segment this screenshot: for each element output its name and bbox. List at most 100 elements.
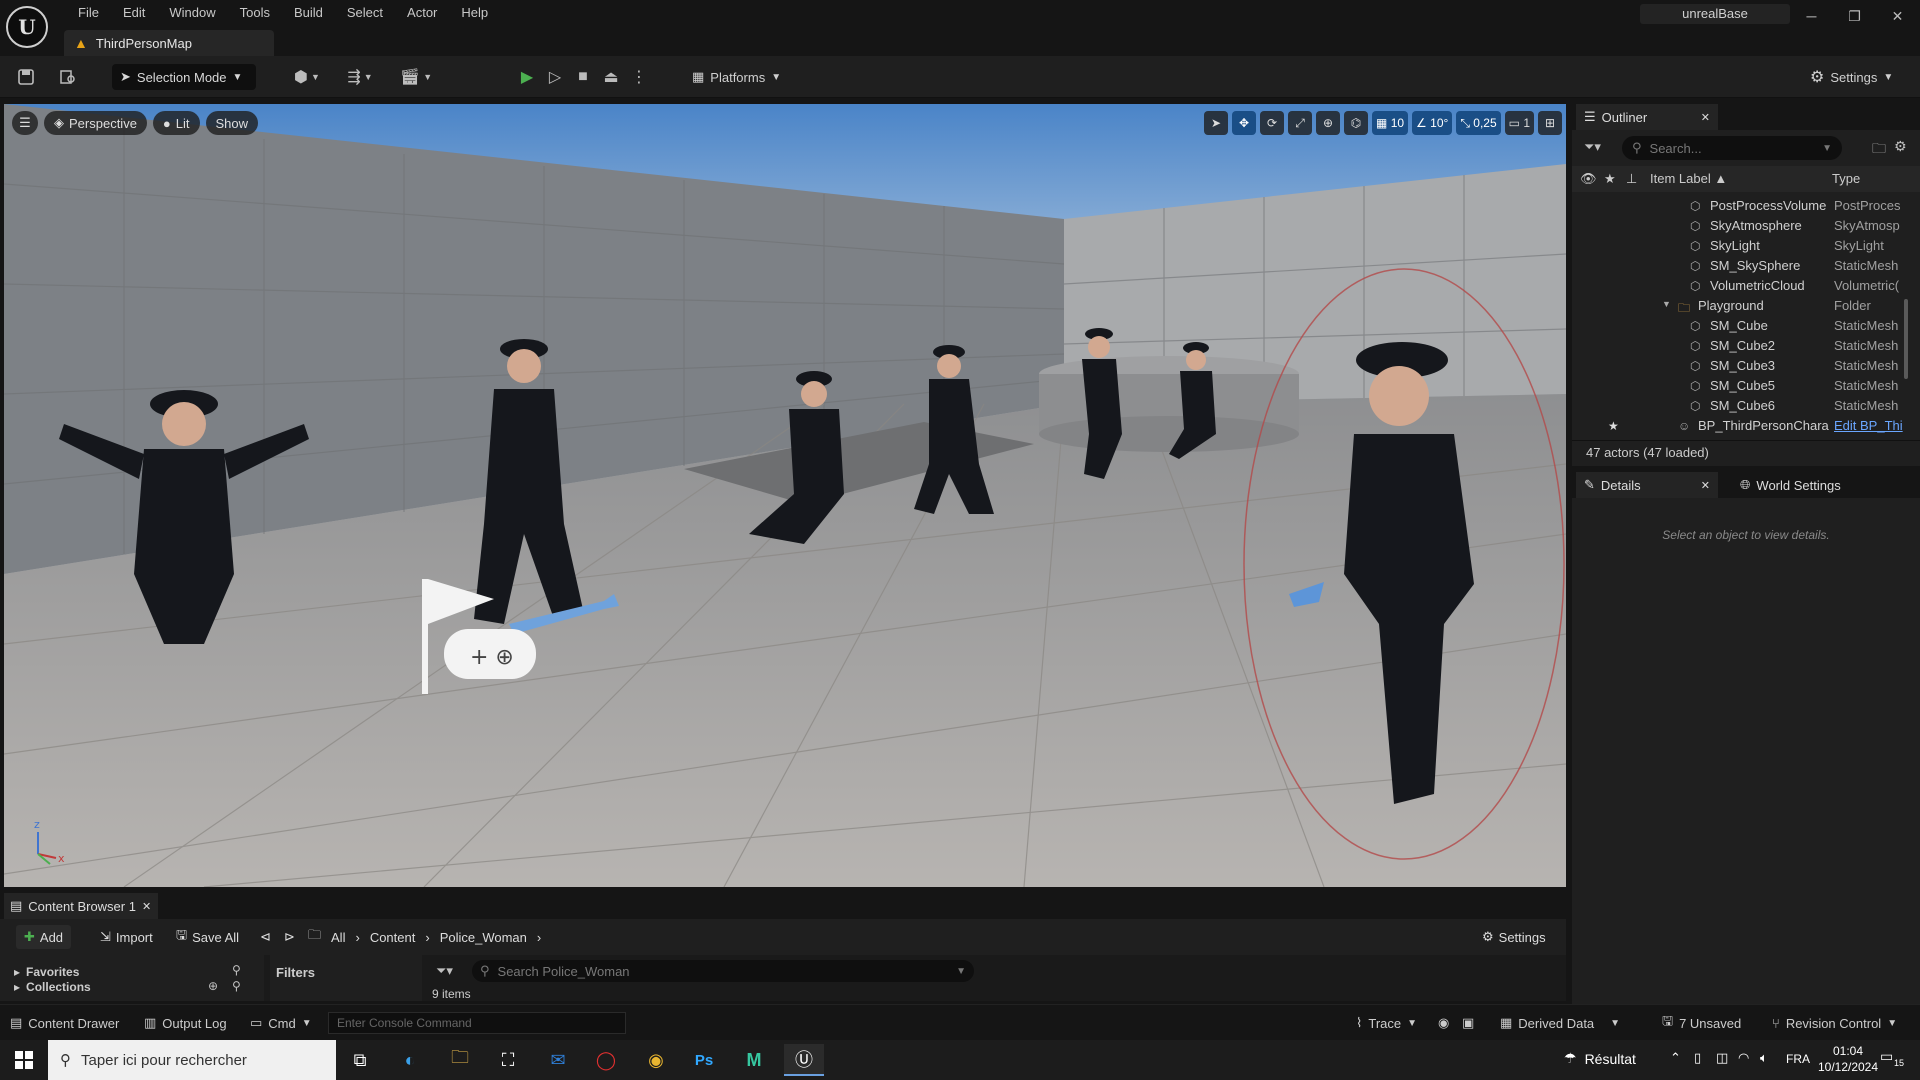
surface-snap-icon[interactable]: ⌬	[1344, 111, 1368, 135]
menu-select[interactable]: Select	[335, 3, 395, 23]
clock[interactable]: 01:04 10/12/2024	[1810, 1043, 1886, 1075]
windows-start-icon[interactable]	[4, 1044, 44, 1076]
item-label-column[interactable]: Item Label ▲	[1650, 171, 1727, 186]
outliner-row[interactable]: ⬡ SM_Cube2 StaticMesh	[1572, 336, 1920, 356]
taskbar-search-input[interactable]: ⚲ Taper ici pour rechercher	[48, 1040, 336, 1080]
grid-snap-button[interactable]: ▦ 10	[1372, 111, 1409, 135]
cmd-dropdown[interactable]: ▭ Cmd ▼	[250, 1011, 312, 1035]
level-tab[interactable]: ▲ ThirdPersonMap	[64, 30, 274, 56]
cb-settings-button[interactable]: ⚙ Settings	[1474, 925, 1554, 949]
eject-icon[interactable]: ⏏	[600, 65, 622, 89]
rotation-snap-button[interactable]: ∠ 10°	[1412, 111, 1453, 135]
outliner-row[interactable]: ⬡ SkyLight SkyLight	[1572, 236, 1920, 256]
outliner-row[interactable]: ⬡ SM_Cube StaticMesh	[1572, 316, 1920, 336]
camera-icon[interactable]: ◫	[1716, 1050, 1728, 1066]
restore-icon[interactable]: ❐	[1833, 2, 1876, 30]
collections-section[interactable]: ▸ Collections	[14, 980, 91, 994]
notifications-icon[interactable]: ▭ 15	[1880, 1048, 1906, 1072]
file-explorer-icon[interactable]: 🗀︎	[440, 1044, 480, 1076]
derived-data-dropdown[interactable]: ▦ Derived Data ▼	[1500, 1011, 1620, 1035]
save-all-button[interactable]: 🖫︎ Save All	[168, 925, 247, 949]
unreal-taskbar-icon[interactable]: Ⓤ	[784, 1044, 824, 1076]
scale-snap-button[interactable]: ⤡ 0,25	[1456, 111, 1501, 135]
outliner-row[interactable]: ⬡ VolumetricCloud Volumetric(	[1572, 276, 1920, 296]
store-icon[interactable]: ⛶	[488, 1044, 528, 1076]
viewport-scene[interactable]: + ⊕ z x	[4, 104, 1566, 887]
menu-file[interactable]: File	[66, 3, 111, 23]
content-browser-tab[interactable]: ▤ Content Browser 1 ✕	[4, 893, 158, 919]
level-viewport[interactable]: + ⊕ z x ☰ ◈ Perspective ● Lit Show ➤ ✥ ⟳ ⤢ …	[4, 104, 1566, 887]
menu-actor[interactable]: Actor	[395, 3, 449, 23]
task-view-icon[interactable]: ⧉	[340, 1044, 380, 1076]
screenshot-icon[interactable]: ▣	[1462, 1011, 1474, 1035]
menu-build[interactable]: Build	[282, 3, 335, 23]
import-button[interactable]: ⇲ Import	[92, 925, 161, 949]
perspective-button[interactable]: ◈ Perspective	[44, 111, 147, 135]
output-log-button[interactable]: ▥ Output Log	[144, 1011, 227, 1035]
edit-blueprint-link[interactable]: Edit BP_Thi	[1834, 418, 1918, 433]
outliner-row[interactable]: ⬡ SM_Cube5 StaticMesh	[1572, 376, 1920, 396]
step-icon[interactable]: ▷	[544, 65, 566, 89]
chrome-icon[interactable]: ◉	[636, 1044, 676, 1076]
content-drawer-button[interactable]: ▤ Content Drawer	[10, 1011, 119, 1035]
crumb-police-woman[interactable]: Police_Woman	[440, 930, 527, 945]
add-folder-icon[interactable]: 🗀︎	[1872, 138, 1886, 162]
outliner-row[interactable]: ⬡ SM_SkySphere StaticMesh	[1572, 256, 1920, 276]
select-tool-icon[interactable]: ➤	[1204, 111, 1228, 135]
details-tab[interactable]: ✎ Details ✕	[1576, 472, 1718, 498]
blueprint-icon[interactable]: ⇶ ▼	[342, 65, 378, 89]
favorites-section[interactable]: ▸ Favorites	[14, 965, 79, 979]
trace-dropdown[interactable]: ⌇ Trace ▼	[1356, 1011, 1417, 1035]
minimize-icon[interactable]: ─	[1790, 2, 1833, 30]
weather-widget[interactable]: ☂ Résultat	[1564, 1050, 1636, 1067]
chevron-up-icon[interactable]: ⌃	[1670, 1050, 1681, 1066]
outliner-row[interactable]: 🗀︎ ▼ Playground Folder	[1572, 296, 1920, 316]
unsaved-button[interactable]: 🖫︎ 7 Unsaved	[1662, 1011, 1741, 1035]
outliner-tab[interactable]: ☰ Outliner ✕	[1576, 104, 1718, 130]
eye-icon[interactable]: 👁︎	[1580, 171, 1597, 187]
add-button[interactable]: ✚ Add	[16, 925, 72, 949]
world-settings-tab[interactable]: 🌐︎ World Settings	[1732, 472, 1849, 498]
outliner-row[interactable]: ⬡ PostProcessVolume PostProces	[1572, 196, 1920, 216]
rotate-tool-icon[interactable]: ⟳	[1260, 111, 1284, 135]
close-icon[interactable]: ✕	[1701, 479, 1710, 492]
maya-icon[interactable]: M	[734, 1044, 774, 1076]
crumb-content[interactable]: Content	[370, 930, 416, 945]
star-icon[interactable]: ★	[1608, 419, 1622, 433]
search-icon[interactable]: ⚲	[232, 963, 241, 977]
wifi-icon[interactable]: ◠	[1738, 1050, 1749, 1066]
back-icon[interactable]: ⊲	[252, 925, 279, 949]
menu-edit[interactable]: Edit	[111, 3, 157, 23]
menu-help[interactable]: Help	[449, 3, 500, 23]
selection-mode-dropdown[interactable]: ➤ Selection Mode ▼	[112, 64, 256, 90]
unreal-logo[interactable]: U	[6, 6, 48, 48]
revision-control-dropdown[interactable]: ⑂ Revision Control ▼	[1772, 1011, 1897, 1035]
stop-icon[interactable]: ■	[572, 65, 594, 89]
settings-dropdown[interactable]: ⚙ Settings ▼	[1810, 64, 1893, 90]
console-command-input[interactable]: Enter Console Command	[328, 1012, 626, 1034]
camera-speed-button[interactable]: ▭ 1	[1504, 111, 1534, 135]
photoshop-icon[interactable]: Ps	[684, 1044, 724, 1076]
menu-window[interactable]: Window	[157, 3, 227, 23]
edge-icon[interactable]: ◐	[390, 1044, 430, 1076]
content-search-input[interactable]: ⚲ Search Police_Woman ▼	[472, 960, 974, 982]
layout-icon[interactable]: ⊞	[1538, 111, 1562, 135]
chevron-down-icon[interactable]: ▼	[1662, 299, 1676, 313]
browse-icon[interactable]	[56, 65, 80, 89]
outliner-row[interactable]: ☺ ★ BP_ThirdPersonChara Edit BP_Thi	[1572, 416, 1920, 436]
translate-tool-icon[interactable]: ✥	[1232, 111, 1256, 135]
close-icon[interactable]: ✕	[1701, 111, 1710, 124]
gear-icon[interactable]: ⚙	[1894, 138, 1907, 155]
outliner-row[interactable]: ⬡ SM_Cube3 StaticMesh	[1572, 356, 1920, 376]
add-actor-icon[interactable]: ⬢ ▼	[288, 65, 326, 89]
volume-icon[interactable]: 🔈︎	[1760, 1050, 1768, 1066]
platforms-dropdown[interactable]: ▦ Platforms ▼	[684, 64, 789, 90]
search-icon[interactable]: ⚲	[232, 979, 241, 993]
outliner-row[interactable]: ⬡ SM_Cube6 StaticMesh	[1572, 396, 1920, 416]
opera-icon[interactable]: ◯	[586, 1044, 626, 1076]
crumb-all[interactable]: All	[331, 930, 345, 945]
outliner-row[interactable]: ⬡ SkyAtmosphere SkyAtmosp	[1572, 216, 1920, 236]
pin-icon[interactable]: ⊥	[1626, 171, 1637, 187]
play-icon[interactable]: ▶	[516, 65, 538, 89]
outlook-icon[interactable]: ✉	[538, 1044, 578, 1076]
